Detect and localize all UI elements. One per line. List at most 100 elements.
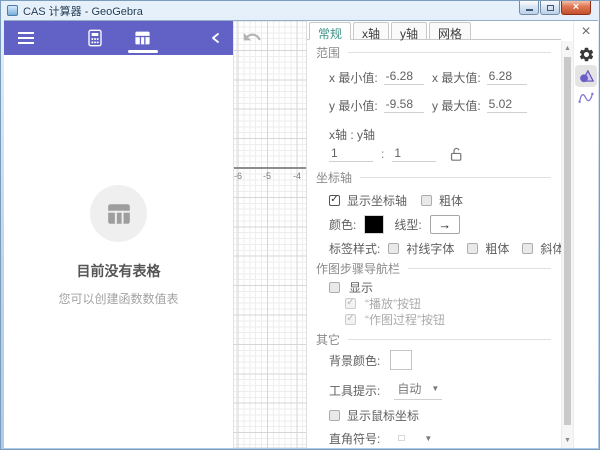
y-min-input[interactable]: -9.58: [384, 97, 424, 113]
y-min-label: y 最小值:: [329, 97, 378, 114]
table-view-panel: 目前没有表格 您可以创建函数数值表: [4, 21, 233, 448]
empty-table-subtitle: 您可以创建函数数值表: [58, 290, 178, 307]
navbar-show-checkbox[interactable]: [329, 282, 340, 293]
table-empty-state: 目前没有表格 您可以创建函数数值表: [4, 55, 233, 448]
arrow-right-icon: →: [438, 217, 451, 232]
tab-y-axis[interactable]: y轴: [391, 22, 427, 40]
empty-table-badge: [90, 185, 147, 242]
maximize-button[interactable]: [540, 1, 560, 15]
collapse-panel-icon[interactable]: [209, 31, 223, 45]
y-max-input[interactable]: 5.02: [487, 97, 527, 113]
x-max-label: x 最大值:: [432, 69, 481, 86]
selected-tool-highlight: [575, 65, 597, 87]
calculator-icon: [87, 29, 103, 47]
axes-color-swatch[interactable]: [364, 215, 384, 234]
label-bold-label: 粗体: [485, 240, 509, 257]
label-bold-checkbox[interactable]: [467, 243, 478, 254]
scrollbar-thumb[interactable]: [564, 57, 571, 425]
graphics-view[interactable]: -6 -5 -4: [233, 21, 306, 448]
section-range: 范围: [316, 45, 551, 59]
x-min-label: x 最小值:: [329, 69, 378, 86]
caret-down-icon: ▼: [431, 384, 439, 393]
table-icon-large: [106, 202, 132, 226]
close-icon: ×: [581, 24, 590, 40]
tab-algebra-calculator[interactable]: [78, 21, 112, 55]
row-mouse-coords: 显示鼠标坐标: [329, 406, 419, 424]
tab-table-view[interactable]: [126, 21, 160, 55]
row-protocol-button: “作图过程”按钮: [345, 310, 445, 328]
undo-icon[interactable]: [242, 27, 262, 47]
x-min-input[interactable]: -6.28: [384, 69, 424, 85]
close-button[interactable]: ×: [561, 1, 591, 15]
table-icon: [134, 30, 151, 46]
titlebar: CAS 计算器 - GeoGebra ×: [1, 1, 599, 20]
show-axes-label: 显示坐标轴: [347, 192, 407, 209]
mouse-coords-label: 显示鼠标坐标: [347, 407, 419, 424]
ratio-y-input[interactable]: 1: [392, 146, 436, 162]
tab-x-axis[interactable]: x轴: [353, 22, 389, 40]
line-style-label: 线型:: [394, 216, 421, 233]
label-style-label: 标签样式:: [329, 240, 380, 257]
y-max-label: y 最大值:: [432, 97, 481, 114]
scroll-up-icon[interactable]: ▲: [562, 42, 573, 54]
row-y-range: y 最小值: -9.58 y 最大值: 5.02: [329, 96, 557, 114]
play-button-checkbox[interactable]: [345, 298, 356, 309]
tab-grid[interactable]: 网格: [429, 22, 471, 40]
tooltip-label: 工具提示:: [329, 382, 380, 399]
axes-bold-checkbox[interactable]: [421, 195, 432, 206]
right-angle-label: 直角符号:: [329, 430, 380, 447]
function-view-button[interactable]: [574, 87, 599, 109]
serif-label: 衬线字体: [406, 240, 454, 257]
x-axis: [234, 167, 306, 169]
play-button-label: “播放”按钮: [365, 295, 421, 312]
row-right-angle: 直角符号: □ ▼: [329, 429, 432, 447]
scroll-down-icon[interactable]: ▼: [562, 434, 573, 446]
graphics-tools-button[interactable]: [574, 65, 599, 87]
mouse-coords-checkbox[interactable]: [329, 410, 340, 421]
settings-scrollbar[interactable]: ▲ ▼: [561, 41, 573, 448]
protocol-button-checkbox[interactable]: [345, 314, 356, 325]
app-content: 目前没有表格 您可以创建函数数值表 -6 -5 -4 常规 x轴 y轴 网格: [4, 20, 598, 448]
axis-tick-label: -6: [234, 171, 242, 181]
section-navbar: 作图步骤导航栏: [316, 261, 551, 275]
color-label: 颜色:: [329, 216, 356, 233]
navbar-show-label: 显示: [349, 279, 373, 296]
ratio-label: x轴 : y轴: [329, 125, 375, 143]
ratio-colon: :: [381, 147, 384, 161]
app-icon: [7, 5, 18, 16]
row-axis-ratio: 1 : 1: [329, 143, 465, 165]
window-title: CAS 计算器 - GeoGebra: [23, 3, 143, 19]
empty-table-title: 目前没有表格: [77, 261, 161, 281]
settings-panel: 常规 x轴 y轴 网格 范围 x 最小值: -6.28 x 最大值: 6.28: [306, 21, 573, 448]
minimize-button[interactable]: [519, 1, 539, 15]
bg-color-label: 背景颜色:: [329, 352, 380, 369]
lock-open-icon[interactable]: [448, 146, 465, 163]
row-axes-style: 颜色: 线型: →: [329, 213, 460, 235]
function-curve-icon: [577, 89, 595, 107]
settings-button[interactable]: [574, 43, 599, 65]
axes-bold-label: 粗体: [439, 192, 463, 209]
settings-tabs: 常规 x轴 y轴 网格: [307, 21, 561, 40]
row-label-style: 标签样式: 衬线字体 粗体 斜体: [329, 239, 564, 257]
close-settings-button[interactable]: ×: [574, 21, 599, 43]
close-icon: ×: [573, 2, 579, 13]
minimize-icon: [526, 9, 533, 11]
tooltip-dropdown[interactable]: 自动 ▼: [394, 380, 442, 400]
bg-color-swatch[interactable]: [390, 350, 412, 370]
italic-checkbox[interactable]: [522, 243, 533, 254]
serif-checkbox[interactable]: [388, 243, 399, 254]
x-max-input[interactable]: 6.28: [487, 69, 527, 85]
tab-general[interactable]: 常规: [309, 22, 351, 40]
section-axes: 坐标轴: [316, 170, 551, 184]
row-show-axes: 显示坐标轴 粗体: [329, 191, 463, 209]
tooltip-value: 自动: [397, 380, 421, 397]
panel-header: [4, 21, 233, 55]
show-axes-checkbox[interactable]: [329, 195, 340, 206]
ratio-x-input[interactable]: 1: [329, 146, 373, 162]
line-style-button[interactable]: →: [430, 215, 460, 234]
gear-icon: [578, 46, 595, 63]
caret-down-icon[interactable]: ▼: [424, 434, 432, 443]
protocol-button-label: “作图过程”按钮: [365, 311, 445, 328]
section-misc: 其它: [316, 332, 551, 346]
right-angle-value[interactable]: □: [398, 433, 404, 444]
